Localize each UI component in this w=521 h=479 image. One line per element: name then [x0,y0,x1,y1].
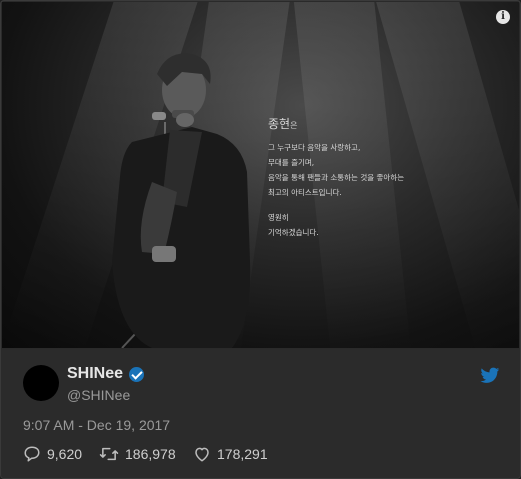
reply-count: 9,620 [47,446,83,462]
poem-line: 무대를 즐기며, [268,158,315,167]
verified-badge-icon [129,367,144,382]
tweet-card[interactable]: 종현은 그 누구보다 음악을 사랑하고, 무대를 즐기며, 음악을 통해 팬들과… [0,0,521,479]
tweet-media-image[interactable]: 종현은 그 누구보다 음악을 사랑하고, 무대를 즐기며, 음악을 통해 팬들과… [2,2,519,348]
like-count: 178,291 [217,446,268,462]
poem-line: 음악을 통해 팬들과 소통하는 것을 좋아하는 [268,173,405,182]
reply-icon [24,446,40,462]
poem-line: 최고의 아티스트입니다. [268,188,342,197]
reply-button[interactable]: 9,620 [23,445,82,463]
avatar[interactable] [23,365,59,401]
poem-name: 종현은 [268,117,298,131]
like-button[interactable]: 178,291 [193,445,268,463]
memorial-text: 종현은 그 누구보다 음악을 사랑하고, 무대를 즐기며, 음악을 통해 팬들과… [268,115,404,240]
like-icon [195,447,209,462]
info-icon[interactable]: i [496,10,510,24]
poem-line: 영원히 [268,213,289,222]
retweet-count: 186,978 [125,446,176,462]
poem-line: 그 누구보다 음악을 사랑하고, [268,143,361,152]
tweet-timestamp[interactable]: 9:07 AM - Dec 19, 2017 [23,417,170,433]
twitter-bird-icon[interactable] [480,365,500,385]
poem-line: 기억하겠습니다. [268,228,319,237]
singer-photo [112,53,251,348]
tweet-footer: SHINee @SHINee 9:07 AM - Dec 19, 2017 9,… [1,349,520,478]
display-name[interactable]: SHINee [67,365,123,383]
retweet-icon [99,447,119,461]
retweet-button[interactable]: 186,978 [99,445,176,463]
handle[interactable]: @SHINee [67,387,130,403]
